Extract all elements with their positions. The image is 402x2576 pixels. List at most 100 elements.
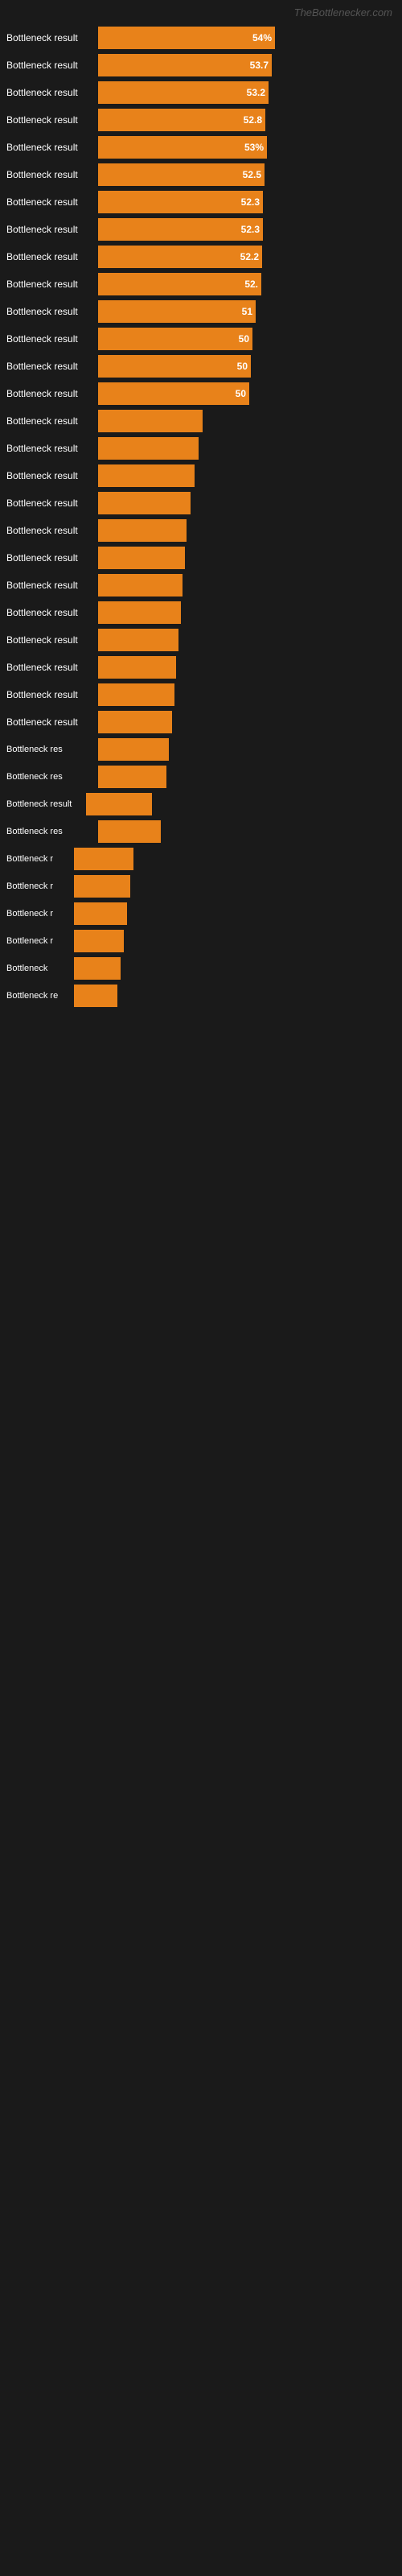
bar-value: 52.2 — [240, 251, 259, 262]
bar — [74, 875, 130, 898]
bar-value: 53.2 — [247, 87, 265, 98]
bar-label: Bottleneck res — [6, 772, 95, 782]
bars-container: Bottleneck result54%Bottleneck result53.… — [0, 27, 402, 1007]
bar-row: Bottleneck — [0, 957, 402, 980]
bar-row: Bottleneck result52. — [0, 273, 402, 295]
bar-row: Bottleneck result — [0, 410, 402, 432]
bar-row-wrapper: Bottleneck result51 — [0, 300, 402, 323]
bar-value: 51 — [242, 306, 252, 317]
bar-row-wrapper: Bottleneck result — [0, 793, 402, 815]
bar-label: Bottleneck result — [6, 114, 95, 126]
bar-row-wrapper: Bottleneck result — [0, 410, 402, 432]
bar-row-wrapper: Bottleneck res — [0, 820, 402, 843]
bar-label: Bottleneck result — [6, 169, 95, 180]
bar-row-wrapper: Bottleneck result — [0, 601, 402, 624]
bar-label: Bottleneck result — [6, 634, 95, 646]
bar-row-wrapper: Bottleneck result — [0, 629, 402, 651]
bar-container: 54% — [98, 27, 396, 49]
bar-label: Bottleneck res — [6, 745, 95, 754]
bar-label: Bottleneck result — [6, 142, 95, 153]
bar — [74, 848, 133, 870]
bar-container: 51 — [98, 300, 396, 323]
bar-row: Bottleneck result53.7 — [0, 54, 402, 76]
bar — [74, 957, 121, 980]
bar-label: Bottleneck result — [6, 279, 95, 290]
bar: 50 — [98, 382, 249, 405]
bar-container — [98, 820, 396, 843]
bar-container — [98, 437, 396, 460]
bar-label: Bottleneck result — [6, 689, 95, 700]
bar-row-wrapper: Bottleneck result52.2 — [0, 246, 402, 268]
bar: 50 — [98, 328, 252, 350]
bar-container — [98, 410, 396, 432]
bar-value: 54% — [252, 32, 272, 43]
bar-value: 53% — [244, 142, 264, 153]
bar: 53.2 — [98, 81, 269, 104]
bar-container — [98, 683, 396, 706]
bar-container: 50 — [98, 355, 396, 378]
bar-container: 52.3 — [98, 218, 396, 241]
bar-value: 52.5 — [243, 169, 261, 180]
bar-row: Bottleneck result 53% — [0, 136, 402, 159]
bar — [74, 985, 117, 1007]
bar-row: Bottleneck r — [0, 848, 402, 870]
bar-row-wrapper: Bottleneck result — [0, 656, 402, 679]
bar: 52. — [98, 273, 261, 295]
bar-container — [74, 957, 396, 980]
bar-container — [98, 766, 396, 788]
bar-row-wrapper: Bottleneck result — [0, 519, 402, 542]
bar-container — [98, 738, 396, 761]
bar-row: Bottleneck result52.2 — [0, 246, 402, 268]
bar-row: Bottleneck result 52.8 — [0, 109, 402, 131]
bar-label: Bottleneck result — [6, 388, 95, 399]
bar — [98, 629, 178, 651]
bar-row: Bottleneck res — [0, 766, 402, 788]
bar-row-wrapper: Bottleneck result53.7 — [0, 54, 402, 76]
bar-value: 52.3 — [241, 196, 260, 208]
bar-row-wrapper: Bottleneck result50 — [0, 355, 402, 378]
bar-value: 50 — [239, 333, 249, 345]
bar-label: Bottleneck result — [6, 333, 95, 345]
bar-row-wrapper: Bottleneck res — [0, 766, 402, 788]
bar-row-wrapper: Bottleneck result — [0, 547, 402, 569]
bar: 52.2 — [98, 246, 262, 268]
bar-row-wrapper: Bottleneck result52.3 — [0, 218, 402, 241]
bar-row: Bottleneck result 50 — [0, 328, 402, 350]
bar: 52.3 — [98, 218, 263, 241]
site-title: TheBottlenecker.com — [0, 0, 402, 22]
bar-label: Bottleneck result — [6, 552, 95, 564]
bar-row-wrapper: Bottleneck result — [0, 437, 402, 460]
bar-container — [98, 547, 396, 569]
bar-container — [98, 464, 396, 487]
bar: 50 — [98, 355, 251, 378]
bar-row: Bottleneck r — [0, 930, 402, 952]
bar-container: 50 — [98, 328, 396, 350]
bar-row-wrapper: Bottleneck result — [0, 574, 402, 597]
bar-container: 52.5 — [98, 163, 396, 186]
bar-row-wrapper: Bottleneck result50 — [0, 382, 402, 405]
bar-container — [98, 711, 396, 733]
bar: 52.5 — [98, 163, 265, 186]
bar — [98, 711, 172, 733]
bar-label: Bottleneck re — [6, 991, 71, 1001]
bar-value: 50 — [237, 361, 248, 372]
bar — [98, 492, 191, 514]
bar — [74, 930, 124, 952]
bar-row-wrapper: Bottleneck r — [0, 848, 402, 870]
bar-label: Bottleneck — [6, 964, 71, 973]
bar-row: Bottleneck res — [0, 820, 402, 843]
bar: 53.7 — [98, 54, 272, 76]
bar-container: 52.2 — [98, 246, 396, 268]
bar-value: 52.8 — [244, 114, 262, 126]
bar-container — [74, 902, 396, 925]
bar: 53% — [98, 136, 267, 159]
bar-container: 53.7 — [98, 54, 396, 76]
bar-container — [74, 848, 396, 870]
bar: 52.3 — [98, 191, 263, 213]
bar-label: Bottleneck result — [6, 87, 95, 98]
bar-container — [98, 629, 396, 651]
bar-row-wrapper: Bottleneck result 52.8 — [0, 109, 402, 131]
bar-row-wrapper: Bottleneck result52.3 — [0, 191, 402, 213]
bar-container: 50 — [98, 382, 396, 405]
bar-row: Bottleneck result — [0, 492, 402, 514]
